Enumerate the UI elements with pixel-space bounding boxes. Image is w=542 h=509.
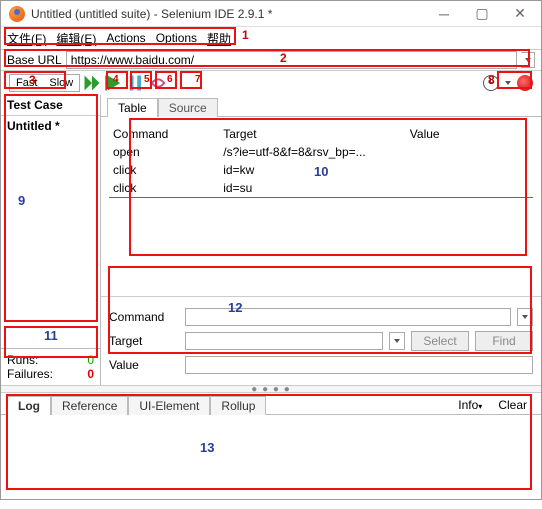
menu-help[interactable]: 帮助 bbox=[207, 30, 231, 47]
failures-value: 0 bbox=[87, 367, 94, 381]
tab-source[interactable]: Source bbox=[158, 98, 218, 117]
minimize-button[interactable]: ─ bbox=[425, 2, 463, 26]
play-all-button[interactable] bbox=[82, 73, 102, 93]
tab-rollup[interactable]: Rollup bbox=[210, 396, 266, 415]
field-target-input[interactable] bbox=[185, 332, 383, 350]
find-button[interactable]: Find bbox=[475, 331, 533, 351]
step-button[interactable] bbox=[148, 73, 168, 93]
schedule-dropdown[interactable] bbox=[503, 81, 513, 85]
menu-edit[interactable]: 编辑(E) bbox=[56, 30, 96, 47]
log-tabs: Log Reference UI-Element Rollup Info▾ Cl… bbox=[1, 393, 541, 415]
title-bar: Untitled (untitled suite) - Selenium IDE… bbox=[1, 1, 541, 27]
test-case-header: Test Case bbox=[1, 95, 100, 116]
menu-actions[interactable]: Actions bbox=[106, 31, 145, 45]
table-row[interactable]: clickid=kw bbox=[109, 161, 533, 179]
log-area bbox=[1, 415, 541, 509]
tab-log[interactable]: Log bbox=[7, 396, 51, 415]
base-url-dropdown[interactable] bbox=[521, 52, 535, 68]
field-target-dropdown[interactable] bbox=[389, 332, 405, 350]
base-url-input[interactable] bbox=[66, 51, 517, 69]
menu-file[interactable]: 文件(F) bbox=[7, 30, 46, 47]
toolbar: Fast Slow bbox=[1, 71, 541, 95]
command-editor: Command Target Select Find Value bbox=[101, 296, 541, 385]
runs-value: 0 bbox=[87, 353, 94, 367]
record-button[interactable] bbox=[517, 75, 533, 91]
table-row[interactable]: clickid=su bbox=[109, 179, 533, 198]
field-target-label: Target bbox=[109, 334, 179, 348]
tab-table[interactable]: Table bbox=[107, 98, 158, 117]
table-row-empty[interactable] bbox=[109, 198, 533, 258]
firefox-icon bbox=[9, 6, 25, 22]
field-command-dropdown[interactable] bbox=[517, 308, 533, 326]
col-command: Command bbox=[109, 125, 219, 143]
log-info-dropdown[interactable]: Info▾ bbox=[450, 396, 490, 414]
tab-ui-element[interactable]: UI-Element bbox=[128, 396, 210, 415]
splitter[interactable]: ● ● ● ● bbox=[1, 385, 541, 393]
play-current-button[interactable] bbox=[104, 73, 124, 93]
run-info: Runs: 0 Failures: 0 bbox=[1, 348, 100, 385]
command-table-area: Command Target Value open/s?ie=utf-8&f=8… bbox=[101, 117, 541, 290]
failures-label: Failures: bbox=[7, 367, 53, 381]
log-clear-button[interactable]: Clear bbox=[490, 396, 535, 414]
field-command-input[interactable] bbox=[185, 308, 511, 326]
window-title: Untitled (untitled suite) - Selenium IDE… bbox=[31, 7, 425, 21]
speed-fast[interactable]: Fast bbox=[10, 75, 43, 91]
base-url-row: Base URL bbox=[1, 49, 541, 71]
maximize-button[interactable]: ▢ bbox=[463, 2, 501, 26]
base-url-label: Base URL bbox=[7, 53, 62, 67]
field-command-label: Command bbox=[109, 310, 179, 324]
select-button[interactable]: Select bbox=[411, 331, 469, 351]
editor-panel: Table Source Command Target Value open/s… bbox=[101, 95, 541, 385]
field-value-label: Value bbox=[109, 358, 179, 372]
speed-slow[interactable]: Slow bbox=[43, 75, 79, 91]
main-area: Test Case Untitled * Runs: 0 Failures: 0 T… bbox=[1, 95, 541, 385]
test-case-panel: Test Case Untitled * Runs: 0 Failures: 0 bbox=[1, 95, 101, 385]
editor-tabs: Table Source bbox=[101, 95, 541, 117]
col-target: Target bbox=[219, 125, 406, 143]
field-value-input[interactable] bbox=[185, 356, 533, 374]
table-row[interactable]: open/s?ie=utf-8&f=8&rsv_bp=... bbox=[109, 143, 533, 161]
menu-options[interactable]: Options bbox=[156, 31, 197, 45]
menu-bar: 文件(F) 编辑(E) Actions Options 帮助 bbox=[1, 27, 541, 49]
col-value: Value bbox=[406, 125, 533, 143]
schedule-icon[interactable] bbox=[483, 75, 499, 91]
tab-reference[interactable]: Reference bbox=[51, 396, 128, 415]
close-button[interactable]: ✕ bbox=[501, 2, 539, 26]
speed-slider[interactable]: Fast Slow bbox=[9, 74, 80, 92]
test-case-name[interactable]: Untitled * bbox=[1, 116, 100, 136]
pause-button[interactable] bbox=[126, 73, 146, 93]
command-table[interactable]: Command Target Value open/s?ie=utf-8&f=8… bbox=[109, 125, 533, 258]
runs-label: Runs: bbox=[7, 353, 38, 367]
